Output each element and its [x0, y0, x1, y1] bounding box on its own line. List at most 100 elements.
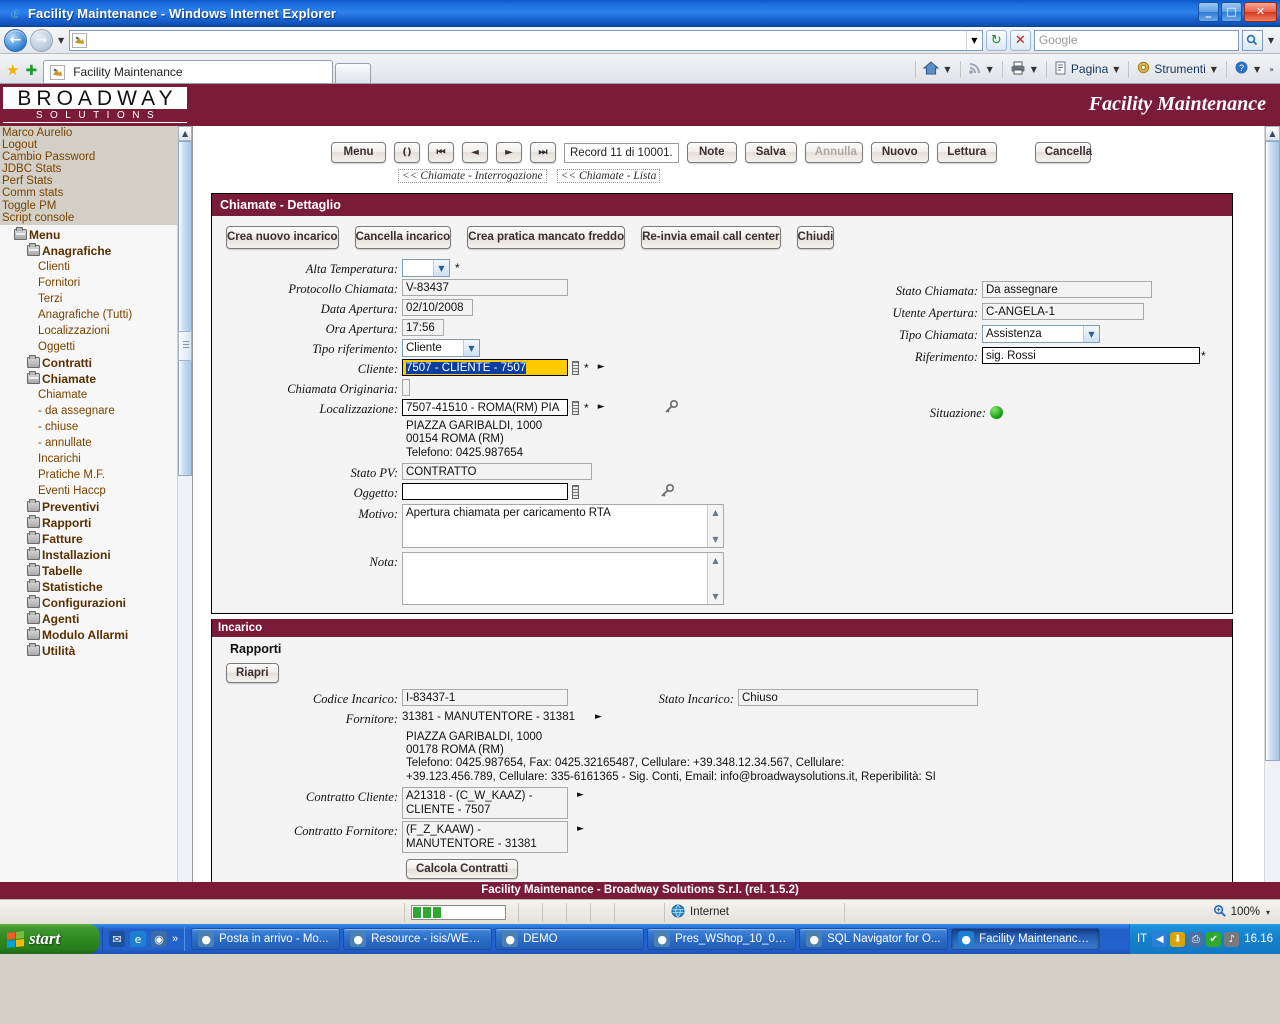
refresh-button[interactable]: ↻ — [985, 29, 1007, 51]
page-scrollbar-track[interactable] — [1265, 141, 1280, 884]
zoom-caret-icon[interactable]: ▾ — [1266, 908, 1270, 917]
sidebar-item-chiuse[interactable]: - chiuse — [0, 419, 177, 435]
add-favorite-icon[interactable]: ✚ — [23, 63, 41, 83]
page-scrollbar-thumb[interactable] — [1265, 141, 1280, 761]
feeds-button[interactable]: ▼ — [965, 60, 998, 79]
printer-icon[interactable]: ⎙ — [1188, 931, 1204, 947]
crea-nuovo-incarico-button[interactable]: Crea nuovo incarico — [226, 226, 339, 249]
last-record-button[interactable]: ⏭ — [530, 142, 556, 163]
contratto-cliente-goto-icon[interactable]: ► — [568, 787, 584, 800]
motivo-scrollbar[interactable]: ▲ ▼ — [707, 504, 723, 547]
sidebar-item-configurazioni[interactable]: Configurazioni — [0, 595, 177, 611]
folder-icon[interactable] — [27, 579, 40, 593]
language-indicator[interactable]: IT — [1137, 933, 1147, 945]
sidebar-user-link-0[interactable]: Marco Aurelio — [2, 127, 177, 139]
scroll-up-icon[interactable]: ▲ — [1265, 126, 1280, 141]
back-button[interactable]: ← — [4, 28, 27, 52]
scroll-down-icon[interactable]: ▼ — [708, 589, 723, 604]
folder-icon[interactable] — [27, 595, 40, 609]
taskbar-item-2[interactable]: ● DEMO — [495, 928, 645, 950]
help-button[interactable]: ? ▼ — [1231, 59, 1265, 79]
folder-open-icon[interactable] — [27, 371, 40, 385]
scrollbar-thumb-secondary[interactable] — [178, 331, 192, 361]
breadcrumb-interrogazione[interactable]: << Chiamate - Interrogazione — [398, 169, 547, 183]
re-invia-email-call-center-button[interactable]: Re-invia email call center — [641, 226, 781, 249]
sidebar-item-fatture[interactable]: Fatture — [0, 531, 177, 547]
sidebar-item-localizzazioni[interactable]: Localizzazioni — [0, 323, 177, 339]
next-record-button[interactable]: ► — [496, 142, 522, 163]
sidebar-item-anagrafiche[interactable]: Anagrafiche — [0, 243, 177, 259]
cliente-goto-icon[interactable]: ► — [589, 359, 605, 372]
calcola-contratti-button[interactable]: Calcola Contratti — [406, 859, 519, 880]
sidebar-item-contratti[interactable]: Contratti — [0, 355, 177, 371]
print-button[interactable]: ▼ — [1007, 60, 1042, 79]
quick-launch-overflow-icon[interactable]: » — [172, 933, 178, 945]
outlook-icon[interactable]: ✉ — [109, 931, 125, 947]
network-icon[interactable]: ◀ — [1152, 931, 1168, 947]
sidebar-user-link-4[interactable]: Perf Stats — [2, 175, 177, 187]
sidebar-item-chiamate[interactable]: Chiamate — [0, 371, 177, 387]
utente-apertura-input[interactable]: C-ANGELA-1 — [982, 303, 1144, 320]
sidebar-item-eventi-haccp[interactable]: Eventi Haccp — [0, 483, 177, 499]
localizzazione-lookup-icon[interactable] — [572, 401, 579, 415]
zoom-control[interactable]: 100% ▾ — [1213, 904, 1280, 921]
breadcrumb-lista[interactable]: << Chiamate - Lista — [556, 169, 661, 183]
localizzazione-input[interactable]: 7507-41510 - ROMA(RM) PIA — [402, 399, 568, 416]
address-input[interactable]: ▼ — [69, 29, 983, 51]
folder-icon[interactable] — [27, 547, 40, 561]
oggetto-lookup-icon[interactable] — [572, 484, 579, 499]
tipo-riferimento-select[interactable]: Cliente ▼ — [402, 339, 480, 357]
folder-icon[interactable] — [27, 499, 40, 513]
scroll-down-icon[interactable]: ▼ — [708, 532, 723, 547]
sidebar-item-da-assegnare[interactable]: - da assegnare — [0, 403, 177, 419]
sidebar-item-tabelle[interactable]: Tabelle — [0, 563, 177, 579]
taskbar-item-1[interactable]: ● Resource - isis/WEB... — [343, 928, 493, 950]
codice-incarico-input[interactable]: I-83437-1 — [402, 688, 568, 706]
home-caret-icon[interactable]: ▼ — [944, 65, 950, 74]
sidebar-item-terzi[interactable]: Terzi — [0, 291, 177, 307]
motivo-textarea[interactable]: Apertura chiamata per caricamento RTA ▲ … — [402, 503, 724, 548]
sidebar-item-utilit[interactable]: Utilità — [0, 643, 177, 659]
sidebar-item-agenti[interactable]: Agenti — [0, 611, 177, 627]
folder-icon[interactable] — [27, 643, 40, 657]
oggetto-input[interactable] — [402, 482, 568, 500]
forward-button[interactable]: → — [30, 28, 53, 52]
nota-scrollbar[interactable]: ▲ ▼ — [707, 552, 723, 604]
nuovo-button[interactable]: Nuovo — [870, 142, 929, 163]
sidebar-item-fornitori[interactable]: Fornitori — [0, 275, 177, 291]
sidebar-item-clienti[interactable]: Clienti — [0, 259, 177, 275]
previous-record-button[interactable]: ◄ — [462, 142, 488, 163]
stato-chiamata-input[interactable]: Da assegnare — [982, 281, 1152, 298]
scrollbar-track[interactable] — [178, 141, 192, 884]
data-apertura-input[interactable]: 02/10/2008 — [402, 299, 473, 316]
new-tab-button[interactable] — [335, 63, 372, 83]
chiamata-originaria-input[interactable] — [402, 379, 410, 396]
folder-open-icon[interactable] — [27, 243, 40, 257]
sidebar-user-link-6[interactable]: Toggle PM — [2, 200, 177, 212]
browser-tab[interactable]: Facility Maintenance — [43, 60, 334, 83]
update-icon[interactable]: ⬇ — [1170, 931, 1186, 947]
sidebar-item-rapporti[interactable]: Rapporti — [0, 515, 177, 531]
cancella-incarico-button[interactable]: Cancella incarico — [354, 226, 452, 249]
stop-button[interactable]: ✕ — [1009, 29, 1031, 51]
scroll-up-icon[interactable]: ▲ — [178, 126, 192, 141]
contratto-fornitore-input[interactable]: (F_Z_KAAW) - MANUTENTORE - 31381 — [402, 821, 568, 854]
folder-icon[interactable] — [27, 355, 40, 369]
page-scrollbar[interactable]: ▲ ▼ — [1264, 126, 1280, 899]
sidebar-item-modulo-allarmi[interactable]: Modulo Allarmi — [0, 627, 177, 643]
sidebar-user-link-3[interactable]: JDBC Stats — [2, 163, 177, 175]
riapri-button[interactable]: Riapri — [226, 662, 279, 683]
search-provider-caret-icon[interactable]: ▼ — [1268, 36, 1274, 45]
contratto-fornitore-goto-icon[interactable]: ► — [568, 821, 584, 834]
oggetto-key-icon[interactable] — [579, 483, 675, 502]
app-icon[interactable]: ◉ — [151, 931, 167, 947]
nota-textarea[interactable]: ▲ ▼ — [402, 551, 724, 605]
folder-icon[interactable] — [27, 563, 40, 577]
sidebar-user-link-1[interactable]: Logout — [2, 139, 177, 151]
page-menu-button[interactable]: Pagina ▼ — [1051, 60, 1125, 79]
clock[interactable]: 16.16 — [1244, 933, 1273, 945]
scrollbar-thumb[interactable] — [178, 141, 192, 476]
localizzazione-goto-icon[interactable]: ► — [589, 399, 605, 412]
sidebar-scrollbar[interactable]: ▲ ▼ — [177, 126, 192, 899]
sidebar-item-oggetti[interactable]: Oggetti — [0, 339, 177, 355]
